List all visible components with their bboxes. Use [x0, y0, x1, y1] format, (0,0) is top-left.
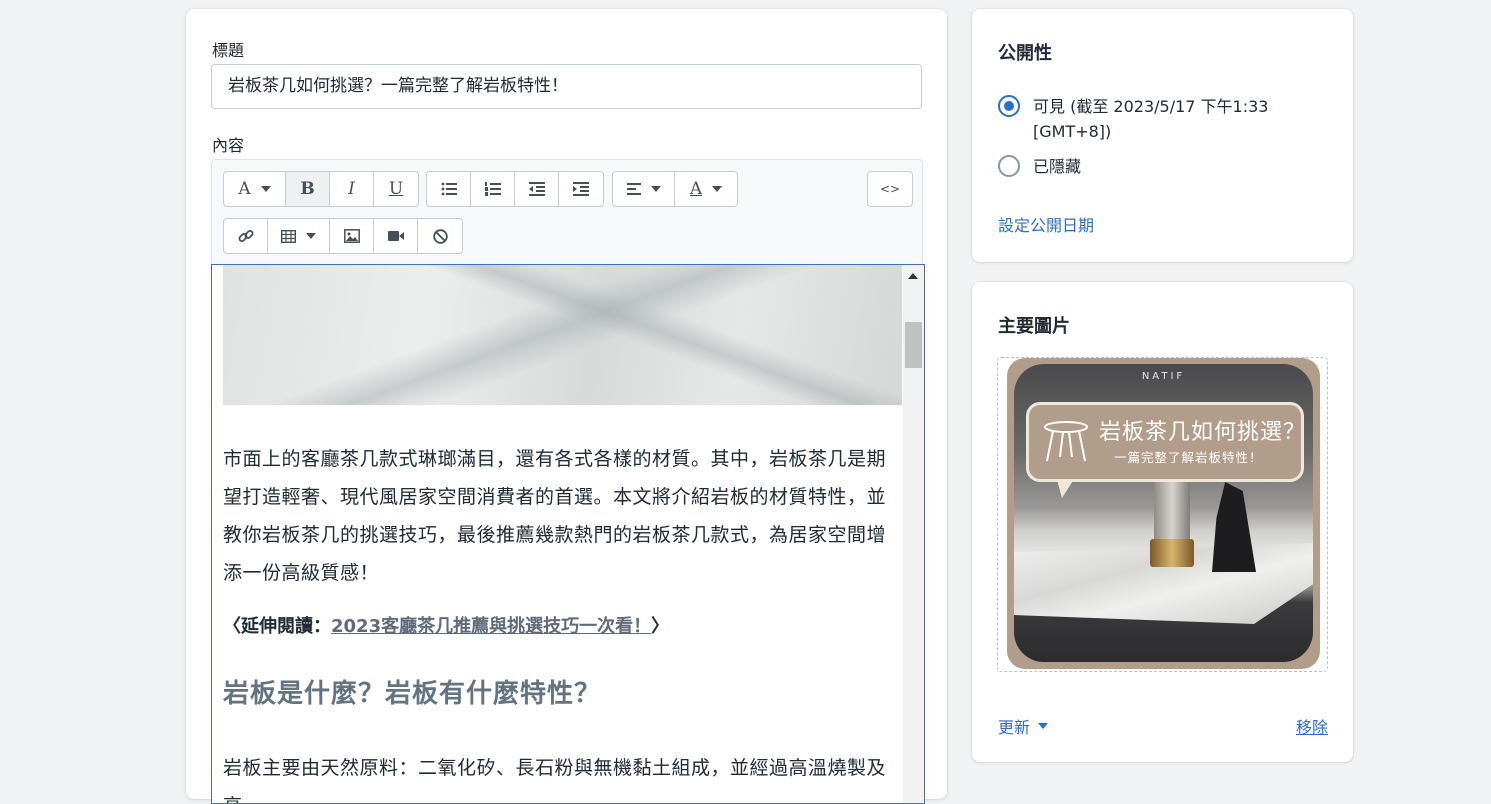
insert-table-dropdown[interactable] — [268, 219, 330, 253]
outdent-icon — [528, 182, 545, 196]
italic-button[interactable]: I — [330, 172, 374, 206]
bold-button[interactable]: B — [286, 172, 330, 206]
font-style-dropdown[interactable]: A — [224, 172, 286, 206]
marble-image — [223, 265, 902, 405]
link-icon — [238, 230, 253, 242]
align-left-icon — [626, 183, 641, 195]
align-color-group: A — [612, 171, 738, 207]
extended-reading-link[interactable]: 2023客廳茶几推薦與挑選技巧一次看！ — [331, 616, 651, 637]
hidden-radio[interactable] — [998, 155, 1020, 177]
numbered-list-button[interactable] — [471, 172, 515, 206]
video-camera-icon — [387, 231, 404, 241]
extend-suffix: 〉 — [651, 616, 670, 637]
bubble-subtitle: 一篇完整了解岩板特性！ — [1114, 450, 1263, 465]
visibility-title: 公開性 — [998, 43, 1052, 64]
code-icon: <> — [879, 182, 901, 196]
content-label: 內容 — [212, 136, 245, 155]
block-icon — [432, 228, 448, 244]
table-icon — [281, 229, 296, 243]
chevron-down-icon — [260, 186, 271, 192]
text-color-dropdown[interactable]: A — [675, 172, 737, 206]
brand-watermark: NATIF — [1141, 371, 1186, 382]
chevron-down-icon — [712, 186, 723, 192]
extend-prefix: 〈延伸閱讀： — [223, 616, 331, 637]
chevron-down-icon — [306, 233, 316, 239]
insert-group — [223, 218, 463, 254]
rich-text-editor: A B I U A <> 市面上的客廳茶几款式琳瑯滿目，還有各式各樣的材質。其中… — [211, 159, 925, 804]
bubble-title: 岩板茶几如何挑選？ — [1099, 420, 1307, 445]
chevron-down-icon — [650, 186, 661, 192]
section-paragraph: 岩板主要由天然原料：二氧化矽、長石粉與無機黏土組成，並經過高溫燒製及高 — [223, 757, 887, 803]
indent-button[interactable] — [559, 172, 603, 206]
dog-sculpture-graphic — [1212, 482, 1256, 572]
html-source-button[interactable]: <> — [868, 172, 912, 206]
font-icon: A — [238, 179, 251, 199]
list-indent-group — [426, 171, 604, 207]
update-image-dropdown[interactable]: 更新 — [998, 714, 1049, 738]
speech-bubble: 岩板茶几如何挑選？ 一篇完整了解岩板特性！ — [1026, 402, 1307, 482]
chevron-down-icon — [1038, 723, 1049, 729]
intro-paragraph: 市面上的客廳茶几款式琳瑯滿目，還有各式各樣的材質。其中，岩板茶几是期望打造輕奢、… — [223, 448, 887, 584]
italic-icon: I — [348, 179, 355, 199]
image-dropzone[interactable]: NATIF 岩板茶几如何挑選？ 一篇完整了解岩板特性！ — [997, 357, 1328, 672]
image-icon — [343, 229, 360, 243]
indent-icon — [573, 182, 589, 196]
editor-content-area[interactable]: 市面上的客廳茶几款式琳瑯滿目，還有各式各樣的材質。其中，岩板茶几是期望打造輕奢、… — [211, 264, 925, 804]
cup-graphic — [1150, 539, 1194, 567]
text-format-group: A B I U — [223, 171, 419, 207]
clear-format-button[interactable] — [418, 219, 462, 253]
align-dropdown[interactable] — [613, 172, 675, 206]
remove-image-button[interactable]: 移除 — [1296, 714, 1328, 738]
insert-image-button[interactable] — [330, 219, 374, 253]
numbered-list-icon — [484, 182, 501, 196]
insert-video-button[interactable] — [374, 219, 418, 253]
featured-photo: NATIF 岩板茶几如何挑選？ 一篇完整了解岩板特性！ — [1014, 364, 1313, 662]
source-group: <> — [867, 171, 913, 207]
update-label: 更新 — [998, 718, 1031, 737]
post-editor-card: 標題 岩板茶几如何挑選？一篇完整了解岩板特性！ 內容 A B I U A <> … — [186, 9, 947, 804]
title-label: 標題 — [212, 41, 245, 60]
bullet-list-icon — [441, 182, 457, 196]
set-publish-date-link[interactable]: 設定公開日期 — [998, 212, 1094, 236]
bold-icon: B — [300, 179, 315, 199]
featured-image-thumbnail: NATIF 岩板茶几如何挑選？ 一篇完整了解岩板特性！ — [1007, 358, 1320, 669]
bullet-list-button[interactable] — [427, 172, 471, 206]
featured-image-card: 主要圖片 NATIF 岩板茶几如何挑選？ 一篇完整了解岩板特性！ 更新 移除 — [972, 282, 1353, 762]
scrollbar-thumb[interactable] — [905, 322, 922, 368]
hidden-radio-label[interactable]: 已隱藏 — [1033, 154, 1313, 179]
editor-scrollbar[interactable] — [903, 265, 924, 803]
featured-image-title: 主要圖片 — [998, 316, 1070, 337]
extended-reading: 〈延伸閱讀：2023客廳茶几推薦與挑選技巧一次看！〉 — [223, 612, 669, 638]
visible-radio[interactable] — [998, 95, 1020, 117]
underline-icon: U — [388, 179, 404, 199]
coffee-table-icon — [1044, 421, 1088, 462]
visible-radio-label[interactable]: 可見 (截至 2023/5/17 下午1:33 [GMT+8]) — [1033, 94, 1313, 144]
section-heading: 岩板是什麼？岩板有什麼特性？ — [223, 679, 602, 709]
outdent-button[interactable] — [515, 172, 559, 206]
visibility-card: 公開性 可見 (截至 2023/5/17 下午1:33 [GMT+8]) 已隱藏… — [972, 9, 1353, 262]
insert-link-button[interactable] — [224, 219, 268, 253]
underline-button[interactable]: U — [374, 172, 418, 206]
title-input[interactable]: 岩板茶几如何挑選？一篇完整了解岩板特性！ — [211, 64, 922, 109]
text-color-icon: A — [689, 179, 703, 199]
scroll-up-arrow-icon[interactable] — [908, 273, 918, 279]
